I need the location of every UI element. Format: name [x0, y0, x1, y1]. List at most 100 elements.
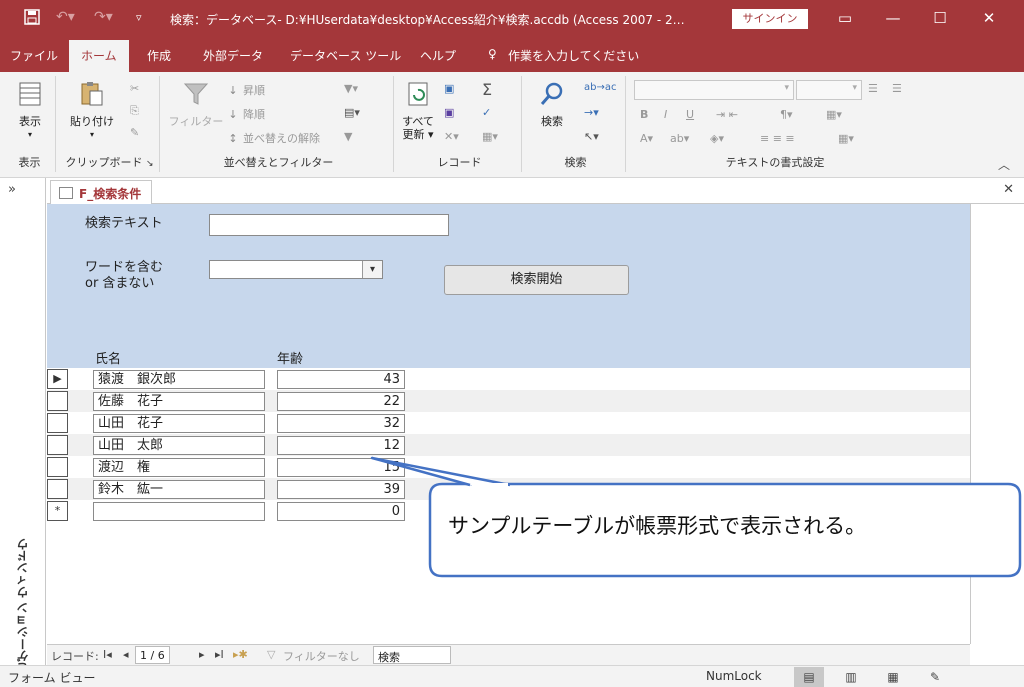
first-record-icon[interactable]: I◂ — [103, 648, 112, 661]
name-field[interactable]: 猿渡 銀次郎 — [93, 370, 265, 389]
name-field[interactable]: 山田 太郎 — [93, 436, 265, 455]
tab-database-tools[interactable]: データベース ツール — [290, 47, 401, 64]
datasheet-view-icon[interactable]: ▥ — [836, 667, 866, 687]
toggle-filter-icon[interactable]: ▼ — [344, 130, 352, 143]
sort-ascending-button[interactable]: ↓ 昇順 — [226, 82, 265, 98]
spelling-icon[interactable]: ✓ — [482, 106, 491, 119]
table-row[interactable]: 山田 太郎 12 — [47, 434, 970, 456]
find-button[interactable]: 検索 — [532, 80, 572, 128]
record-selector-current-icon[interactable]: ▶ — [47, 369, 68, 389]
italic-button[interactable]: I — [664, 108, 667, 121]
totals-icon[interactable]: Σ — [482, 80, 492, 99]
previous-record-icon[interactable]: ◂ — [123, 648, 129, 661]
delete-record-icon[interactable]: ✕▾ — [444, 130, 459, 143]
close-icon[interactable]: ✕ — [974, 5, 1004, 31]
advanced-filter-icon[interactable]: ▤▾ — [344, 106, 360, 119]
table-row[interactable]: 鈴木 紘一 39 — [47, 478, 970, 500]
copy-icon[interactable]: ⎘ — [130, 104, 139, 118]
format-painter-icon[interactable]: ✎ — [130, 126, 139, 139]
replace-icon[interactable]: ab→ac — [584, 82, 616, 93]
navigation-pane[interactable]: » ナビゲーション ウィンドウ — [0, 178, 46, 686]
indent-icon[interactable]: ⇥ ⇤ — [716, 108, 738, 121]
age-field[interactable]: 32 — [277, 414, 405, 433]
last-record-icon[interactable]: ▸I — [215, 648, 224, 661]
new-record-asterisk-icon[interactable]: * — [47, 501, 68, 521]
font-name-combo[interactable]: ▾ — [634, 80, 794, 100]
tab-file[interactable]: ファイル — [10, 47, 58, 64]
record-selector[interactable] — [47, 413, 68, 433]
age-field[interactable]: 12 — [277, 436, 405, 455]
name-field[interactable]: 鈴木 紘一 — [93, 480, 265, 499]
refresh-all-button[interactable]: すべて 更新 ▾ — [398, 80, 438, 141]
numbering-icon[interactable]: ☰ — [892, 82, 902, 95]
tab-create[interactable]: 作成 — [147, 47, 171, 64]
underline-button[interactable]: U — [686, 108, 694, 121]
record-selector[interactable] — [47, 479, 68, 499]
fill-color-icon[interactable]: ◈▾ — [710, 132, 724, 145]
next-record-icon[interactable]: ▸ — [199, 648, 205, 661]
dialog-launcher-icon[interactable]: ↘ — [146, 159, 154, 169]
customize-icon[interactable]: ▿ — [136, 11, 142, 24]
age-field[interactable]: 39 — [277, 480, 405, 499]
redo-icon[interactable]: ↷▾ — [94, 9, 113, 25]
expand-nav-icon[interactable]: » — [8, 182, 16, 197]
save-record-icon[interactable]: ▣ — [444, 106, 454, 119]
record-selector[interactable] — [47, 435, 68, 455]
age-field[interactable]: 15 — [277, 458, 405, 477]
highlight-icon[interactable]: ab▾ — [670, 132, 689, 145]
current-record-input[interactable]: 1 / 6 — [135, 646, 170, 664]
age-field[interactable]: 0 — [277, 502, 405, 521]
select-icon[interactable]: ↖▾ — [584, 130, 599, 143]
paragraph-icon[interactable]: ¶▾ — [780, 108, 793, 121]
goto-icon[interactable]: →▾ — [584, 106, 599, 119]
undo-icon[interactable]: ↶▾ — [56, 9, 75, 25]
tab-form-search[interactable]: F_検索条件 — [50, 180, 153, 204]
tab-home[interactable]: ホーム — [69, 40, 129, 72]
maximize-icon[interactable]: ☐ — [925, 5, 955, 31]
paste-button[interactable]: 貼り付け ▾ — [66, 80, 118, 141]
name-field[interactable]: 佐藤 花子 — [93, 392, 265, 411]
age-field[interactable]: 22 — [277, 392, 405, 411]
name-field[interactable]: 山田 花子 — [93, 414, 265, 433]
new-record-nav-icon[interactable]: ▸✱ — [233, 648, 248, 661]
bold-button[interactable]: B — [640, 108, 648, 121]
design-view-icon[interactable]: ✎ — [920, 667, 950, 687]
font-size-combo[interactable]: ▾ — [796, 80, 862, 100]
filter-status-label[interactable]: フィルターなし — [283, 648, 360, 664]
name-field[interactable]: 渡辺 権 — [93, 458, 265, 477]
bullets-icon[interactable]: ☰ — [868, 82, 878, 95]
minimize-icon[interactable]: — — [878, 5, 908, 31]
table-row[interactable]: ▶ 猿渡 銀次郎 43 — [47, 368, 970, 390]
search-text-input[interactable] — [209, 214, 449, 236]
record-selector[interactable] — [47, 457, 68, 477]
search-start-button[interactable]: 検索開始 — [444, 265, 629, 295]
gridlines-icon[interactable]: ▦▾ — [826, 108, 842, 121]
layout-view-icon[interactable]: ▦ — [878, 667, 908, 687]
collapse-ribbon-icon[interactable]: ︿ — [998, 156, 1010, 173]
cut-icon[interactable]: ✂ — [130, 82, 139, 95]
tab-help[interactable]: ヘルプ — [420, 47, 456, 64]
close-document-icon[interactable]: ✕ — [1003, 182, 1014, 197]
save-icon[interactable] — [24, 9, 40, 29]
align-icon[interactable]: ≡ ≡ ≡ — [760, 132, 795, 145]
table-row[interactable]: 山田 花子 32 — [47, 412, 970, 434]
selection-filter-icon[interactable]: ▼▾ — [344, 82, 358, 95]
sort-descending-button[interactable]: ↓ 降順 — [226, 106, 265, 122]
view-button[interactable]: 表示 ▾ — [10, 80, 50, 141]
clear-sort-button[interactable]: ↕ 並べ替えの解除 — [226, 130, 320, 146]
tell-me-input[interactable]: 作業を入力してください — [508, 47, 639, 64]
tab-external-data[interactable]: 外部データ — [203, 47, 263, 64]
record-search-input[interactable]: 検索 — [373, 646, 451, 664]
font-color-icon[interactable]: A▾ — [640, 132, 653, 145]
filter-button[interactable]: フィルター — [168, 80, 224, 128]
table-row[interactable]: 佐藤 花子 22 — [47, 390, 970, 412]
tell-me-icon[interactable]: ♀ — [488, 47, 497, 61]
alternate-row-color-icon[interactable]: ▦▾ — [838, 132, 854, 145]
ribbon-display-icon[interactable]: ▭ — [830, 5, 860, 31]
age-field[interactable]: 43 — [277, 370, 405, 389]
more-icon[interactable]: ▦▾ — [482, 130, 498, 143]
signin-button[interactable]: サインイン — [732, 9, 808, 29]
table-row[interactable]: 渡辺 権 15 — [47, 456, 970, 478]
form-view-icon[interactable]: ▤ — [794, 667, 824, 687]
filter-status-icon[interactable]: ▽ — [267, 648, 275, 661]
